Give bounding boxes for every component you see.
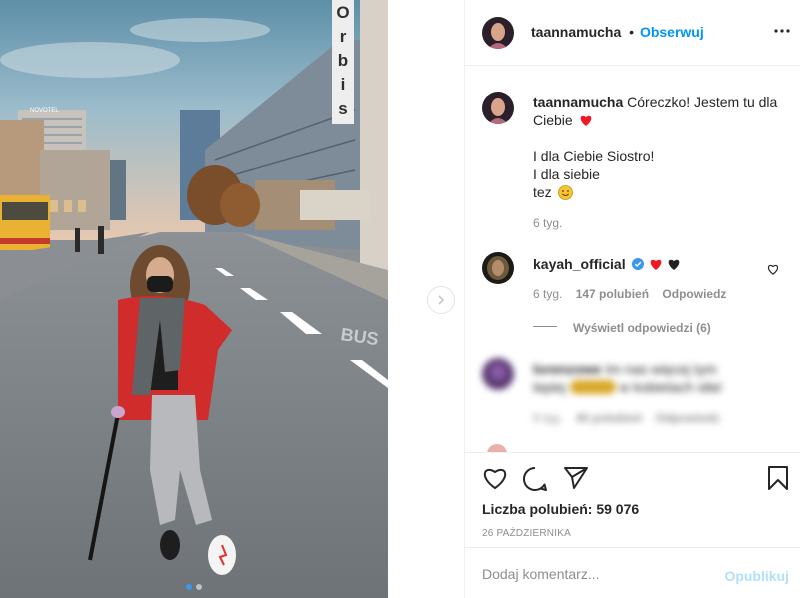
paper-plane-icon	[564, 467, 588, 489]
comment-1-meta: 6 tyg. 147 polubień Odpowiedz	[533, 285, 726, 303]
caption-text-5: tez	[533, 184, 552, 200]
add-comment-bar: Opublikuj	[465, 548, 800, 598]
comment-2-text-3: w kobietach siła!	[619, 379, 723, 395]
more-options-button[interactable]	[773, 22, 791, 45]
comment-2-text-1: Im nas więcej tym	[605, 361, 717, 377]
red-heart-emoji-icon	[651, 259, 662, 270]
carousel-dot	[196, 584, 202, 590]
carousel-dot-active	[186, 584, 192, 590]
save-button[interactable]	[767, 465, 789, 494]
comment-input[interactable]	[482, 564, 712, 584]
next-comment-avatar-partial	[487, 444, 507, 452]
comment-2-likes[interactable]: 40 polubień	[576, 411, 643, 425]
caption-line-2: Ciebie	[533, 111, 593, 129]
comment-1-likes[interactable]: 147 polubień	[576, 287, 649, 301]
sign-letter-r: r	[340, 27, 347, 46]
comment-2-reply-button[interactable]: Odpowiedz	[656, 411, 720, 425]
post-side-panel: taannamucha • Obserwuj taannamucha Córec…	[464, 0, 800, 598]
post-photo[interactable]: NOVOTEL O r b i s BUS	[0, 0, 388, 598]
comment-1-username[interactable]: kayah_official	[533, 256, 626, 272]
view-replies-button[interactable]: Wyświetl odpowiedzi (6)	[573, 319, 711, 337]
verified-badge-icon	[631, 258, 644, 270]
share-button[interactable]	[563, 466, 589, 493]
post-date[interactable]: 26 PAŹDZIERNIKA	[482, 528, 571, 539]
follow-button[interactable]: Obserwuj	[640, 24, 704, 40]
header-separator: •	[629, 24, 635, 40]
heart-outline-icon	[767, 264, 779, 275]
caption-text-3: I dla Ciebie Siostro!	[533, 148, 655, 164]
like-button[interactable]	[482, 466, 508, 493]
caption-avatar[interactable]	[482, 92, 514, 124]
comment-2-meta: 6 tyg. 40 polubień Odpowiedz	[533, 409, 720, 427]
sign-letter-o: O	[336, 3, 349, 22]
header-text: taannamucha • Obserwuj	[531, 24, 704, 40]
comment-1-reply-button[interactable]: Odpowiedz	[662, 287, 726, 301]
next-photo-button[interactable]	[427, 286, 455, 314]
comment-1-line: kayah_official	[533, 255, 681, 273]
author-avatar[interactable]	[482, 17, 514, 49]
comment-1-avatar[interactable]	[482, 252, 514, 284]
black-heart-emoji-icon	[668, 259, 680, 270]
caption-line-5: tez	[533, 183, 573, 201]
street-scene-image: NOVOTEL O r b i s BUS	[0, 0, 388, 598]
caption-text-2: Ciebie	[533, 112, 573, 128]
comment-1-time[interactable]: 6 tyg.	[533, 287, 562, 301]
comment-2-line-2: lepiej w kobietach siła!	[533, 378, 722, 396]
hotel-sign: NOVOTEL	[30, 108, 59, 114]
author-username[interactable]: taannamucha	[531, 24, 621, 40]
caption-text-4: I dla siebie	[533, 166, 600, 182]
comment-2-text-2: lepiej	[533, 379, 566, 395]
smiley-emoji-icon	[557, 185, 573, 200]
comment-button[interactable]	[522, 466, 548, 495]
ellipsis-icon	[774, 29, 790, 33]
caption-avatar-image	[482, 92, 514, 124]
chevron-right-icon	[438, 295, 445, 305]
emoji-group-icon	[569, 380, 616, 394]
comment-2-time[interactable]: 6 tyg.	[533, 411, 562, 425]
sign-letter-i: i	[341, 75, 346, 94]
sign-letter-b: b	[338, 51, 348, 70]
replies-divider-line	[533, 326, 557, 327]
comment-2-avatar[interactable]	[482, 358, 514, 390]
comment-1-like-button[interactable]	[767, 262, 779, 278]
publish-comment-button[interactable]: Opublikuj	[724, 568, 789, 584]
post-header: taannamucha • Obserwuj	[465, 0, 800, 66]
likes-count[interactable]: Liczba polubień: 59 076	[482, 501, 639, 517]
bookmark-icon	[768, 466, 788, 490]
sign-letter-s: s	[338, 99, 347, 118]
comments-section: taannamucha Córeczko! Jestem tu dla Cieb…	[465, 66, 800, 452]
caption-username[interactable]: taannamucha	[533, 94, 623, 110]
heart-outline-icon	[483, 469, 507, 490]
speech-bubble-icon	[523, 466, 547, 491]
caption-text-1: Córeczko! Jestem tu dla	[627, 94, 778, 110]
post-actions: Liczba polubień: 59 076 26 PAŹDZIERNIKA	[465, 452, 800, 548]
author-avatar-image	[482, 17, 514, 49]
carousel-dots	[0, 584, 388, 590]
comment-1-avatar-image	[482, 252, 514, 284]
comment-2-username[interactable]: lorenzowe	[533, 361, 601, 377]
red-heart-emoji-icon	[580, 115, 591, 126]
comment-2-line-1: lorenzowe Im nas więcej tym	[533, 360, 717, 378]
caption-line-1: taannamucha Córeczko! Jestem tu dla	[533, 93, 777, 111]
comment-2-avatar-image	[482, 358, 514, 390]
caption-time[interactable]: 6 tyg.	[533, 214, 562, 232]
